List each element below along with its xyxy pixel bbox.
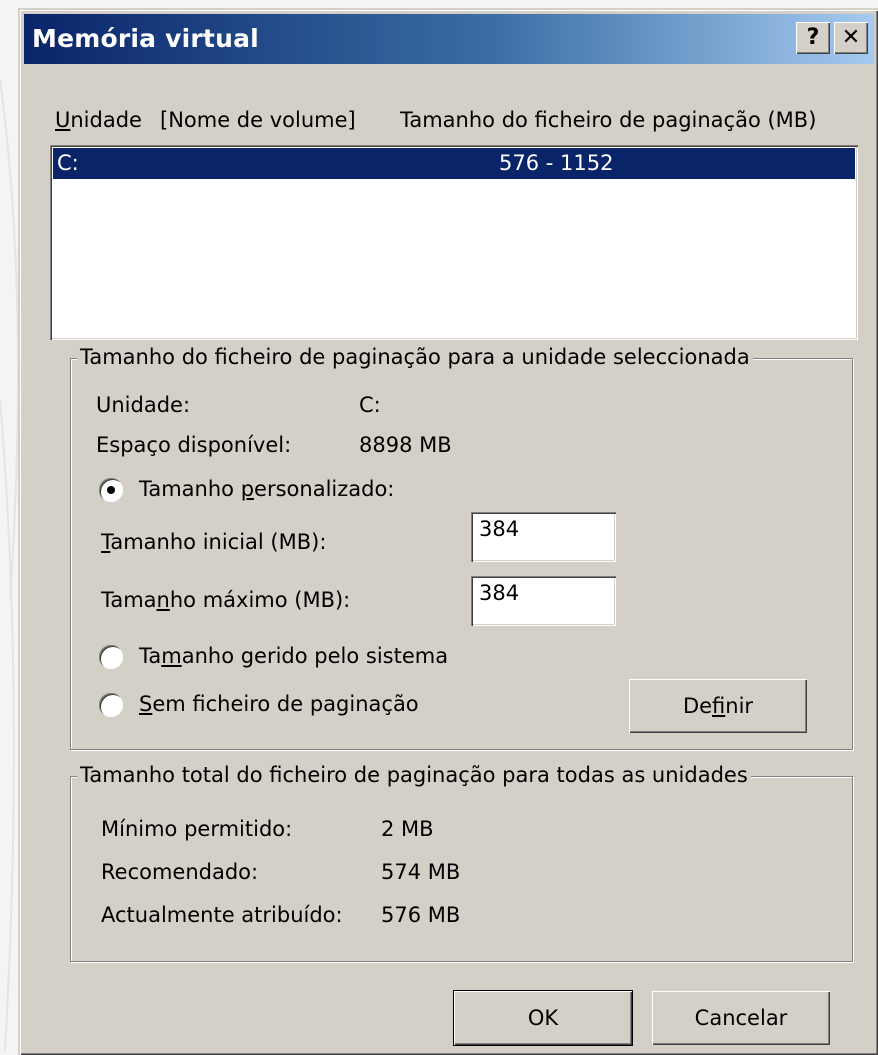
space-available-label: Espaço disponível: bbox=[96, 433, 292, 457]
initial-size-label: Tamanho inicial (MB): bbox=[101, 530, 327, 554]
paging-size-range: 576 - 1152 bbox=[499, 151, 614, 175]
selected-drive-group: Tamanho do ficheiro de paginação para a … bbox=[70, 345, 853, 750]
initial-size-input[interactable]: 384 bbox=[471, 512, 616, 562]
selected-drive-group-legend: Tamanho do ficheiro de paginação para a … bbox=[77, 345, 753, 369]
column-header-size: Tamanho do ficheiro de paginação (MB) bbox=[400, 108, 817, 132]
help-button[interactable]: ? bbox=[796, 22, 830, 54]
max-size-input[interactable]: 384 bbox=[471, 576, 616, 626]
minimum-allowed-value: 2 MB bbox=[381, 817, 434, 841]
unit-value: C: bbox=[359, 393, 381, 417]
no-paging-file-label[interactable]: Sem ficheiro de paginação bbox=[139, 692, 419, 716]
system-managed-radio[interactable] bbox=[99, 645, 123, 669]
title-bar[interactable]: Memória virtual ? ✕ bbox=[24, 14, 874, 64]
list-item[interactable]: C: 576 - 1152 bbox=[53, 148, 855, 179]
set-button[interactable]: Definir bbox=[629, 679, 807, 733]
space-available-value: 8898 MB bbox=[359, 433, 452, 457]
minimum-allowed-label: Mínimo permitido: bbox=[101, 817, 293, 841]
no-paging-file-radio[interactable] bbox=[99, 693, 123, 717]
ok-button[interactable]: OK bbox=[454, 991, 632, 1045]
drive-list[interactable]: C: 576 - 1152 bbox=[50, 145, 858, 340]
recommended-label: Recomendado: bbox=[101, 860, 259, 884]
unit-label: Unidade: bbox=[96, 393, 191, 417]
window-title: Memória virtual bbox=[32, 24, 259, 53]
max-size-label: Tamanho máximo (MB): bbox=[101, 588, 351, 612]
close-button[interactable]: ✕ bbox=[834, 22, 868, 54]
total-paging-group: Tamanho total do ficheiro de paginação p… bbox=[70, 763, 853, 962]
close-icon: ✕ bbox=[841, 25, 861, 50]
cancel-button[interactable]: Cancelar bbox=[652, 991, 830, 1045]
help-icon: ? bbox=[806, 25, 820, 50]
custom-size-radio[interactable] bbox=[99, 478, 123, 502]
drive-letter: C: bbox=[57, 151, 79, 175]
recommended-value: 574 MB bbox=[381, 860, 461, 884]
currently-allocated-value: 576 MB bbox=[381, 903, 461, 927]
system-managed-label[interactable]: Tamanho gerido pelo sistema bbox=[139, 644, 448, 668]
virtual-memory-dialog: Memória virtual ? ✕ Unidade [Nome de vol… bbox=[18, 8, 878, 1055]
column-header-unit: Unidade bbox=[55, 108, 142, 132]
custom-size-label[interactable]: Tamanho personalizado: bbox=[139, 477, 394, 501]
total-paging-group-legend: Tamanho total do ficheiro de paginação p… bbox=[77, 763, 751, 787]
radio-selected-dot bbox=[107, 486, 115, 494]
currently-allocated-label: Actualmente atribuído: bbox=[101, 903, 343, 927]
column-header-volume: [Nome de volume] bbox=[160, 108, 356, 132]
